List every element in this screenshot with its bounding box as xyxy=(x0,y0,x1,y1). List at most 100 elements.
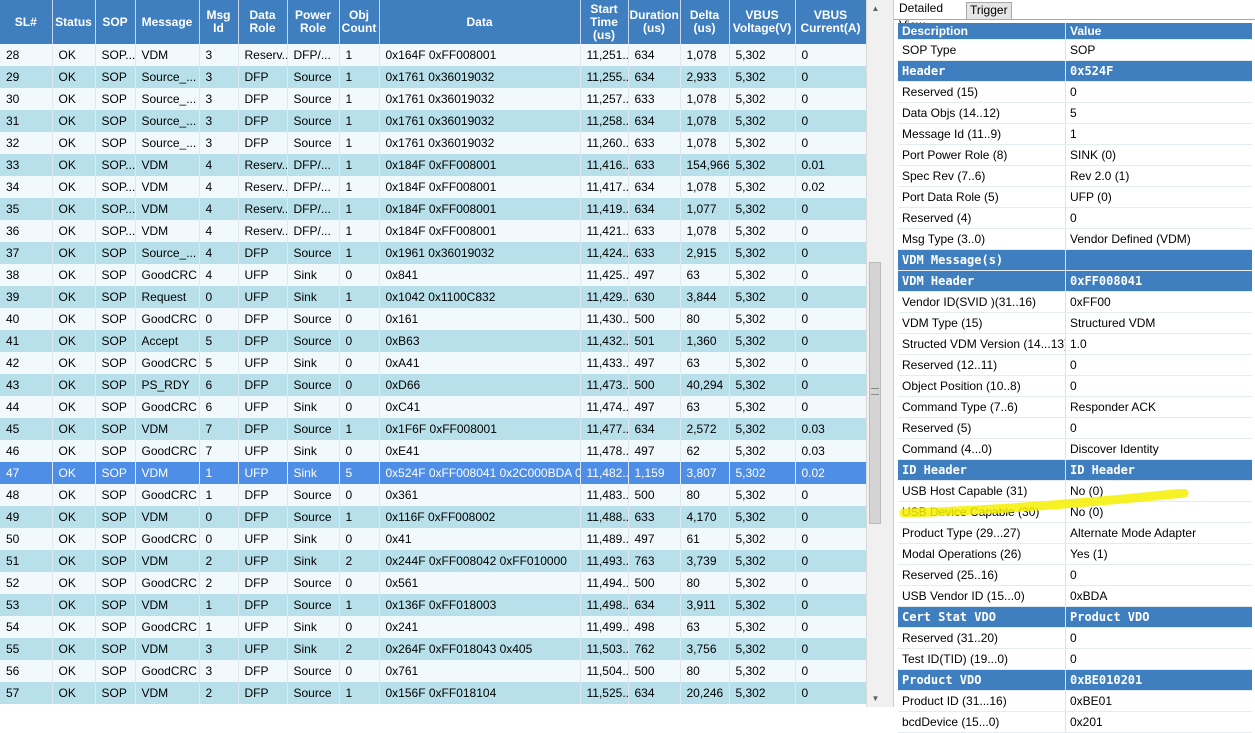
details-pane: Detailed View Trigger Description Value … xyxy=(894,0,1255,733)
table-row[interactable]: 46 OK SOP GoodCRC 7 UFP Sink 0 0xE41 11,478... 497… xyxy=(0,440,867,462)
detail-field-row[interactable]: Message Id (11..9) 1 xyxy=(898,123,1252,145)
table-row[interactable]: 51 OK SOP VDM 2 UFP Sink 2 0x244F 0xFF008042 0xF… xyxy=(0,550,867,572)
table-row[interactable]: 34 OK SOP... VDM 4 Reserv... DFP/... 1 0x184F 0x… xyxy=(0,176,867,198)
packet-table-scrollbar[interactable]: ▲ ▼ xyxy=(866,0,884,707)
table-row[interactable]: 49 OK SOP VDM 0 DFP Source 1 0x116F 0xFF008002 11… xyxy=(0,506,867,528)
detail-field-row[interactable]: SOP Type SOP xyxy=(898,39,1252,61)
detail-field-row[interactable]: Spec Rev (7..6) Rev 2.0 (1) xyxy=(898,165,1252,187)
table-row[interactable]: 31 OK SOP Source_... 3 DFP Source 1 0x1761 0x360… xyxy=(0,110,867,132)
detail-field-row[interactable]: Command Type (7..6) Responder ACK xyxy=(898,396,1252,418)
table-row[interactable]: 32 OK SOP Source_... 3 DFP Source 1 0x1761 0x360… xyxy=(0,132,867,154)
detail-field-row[interactable]: USB Host Capable (31) No (0) xyxy=(898,480,1252,502)
table-row[interactable]: 50 OK SOP GoodCRC 0 UFP Sink 0 0x41 11,489... 497 6… xyxy=(0,528,867,550)
cell-delta: 154,966 xyxy=(680,154,730,176)
column-header-data[interactable]: Data xyxy=(379,0,581,44)
detail-field-row[interactable]: USB Device Capable (30) No (0) xyxy=(898,501,1252,523)
detail-field-row[interactable]: Vendor ID(SVID )(31..16) 0xFF00 xyxy=(898,291,1252,313)
detail-section-row[interactable]: Cert Stat VDO Product VDO xyxy=(898,606,1252,628)
table-row[interactable]: 38 OK SOP GoodCRC 4 UFP Sink 0 0x841 11,425... 497… xyxy=(0,264,867,286)
column-header-delta[interactable]: Delta (us) xyxy=(680,0,730,44)
scroll-up-arrow-icon[interactable]: ▲ xyxy=(867,0,884,17)
detail-section-row[interactable]: ID Header ID Header xyxy=(898,459,1252,481)
table-row[interactable]: 53 OK SOP VDM 1 DFP Source 1 0x136F 0xFF018003 11… xyxy=(0,594,867,616)
column-header-data-role[interactable]: Data Role xyxy=(238,0,288,44)
column-header-duration[interactable]: Duration (us) xyxy=(628,0,681,44)
table-row[interactable]: 36 OK SOP... VDM 4 Reserv... DFP/... 1 0x184F 0x… xyxy=(0,220,867,242)
cell-vbus-current: 0 xyxy=(795,44,867,66)
table-row[interactable]: 35 OK SOP... VDM 4 Reserv... DFP/... 1 0x184F 0x… xyxy=(0,198,867,220)
table-row[interactable]: 44 OK SOP GoodCRC 6 UFP Sink 0 0xC41 11,474... 497… xyxy=(0,396,867,418)
detail-field-row[interactable]: Reserved (15) 0 xyxy=(898,81,1252,103)
detail-field-row[interactable]: Reserved (5) 0 xyxy=(898,417,1252,439)
detail-field-row[interactable]: VDM Type (15) Structured VDM xyxy=(898,312,1252,334)
table-row[interactable]: 56 OK SOP GoodCRC 3 DFP Source 0 0x761 11,504... 5… xyxy=(0,660,867,682)
cell-status: OK xyxy=(52,264,96,286)
detail-field-row[interactable]: USB Vendor ID (15...0) 0xBDA xyxy=(898,585,1252,607)
detail-field-row[interactable]: Reserved (31..20) 0 xyxy=(898,627,1252,649)
column-header-message[interactable]: Message xyxy=(135,0,200,44)
detail-field-row[interactable]: Product Type (29...27) Alternate Mode Ada… xyxy=(898,522,1252,544)
table-row[interactable]: 43 OK SOP PS_RDY 6 DFP Source 0 0xD66 11,473... 50… xyxy=(0,374,867,396)
column-header-start-time[interactable]: Start Time (us) xyxy=(580,0,629,44)
detail-field-row[interactable]: Port Data Role (5) UFP (0) xyxy=(898,186,1252,208)
column-header-description[interactable]: Description xyxy=(898,23,1066,40)
pane-splitter[interactable] xyxy=(884,0,894,707)
cell-msg-id: 3 xyxy=(199,88,239,110)
table-row[interactable]: 47 OK SOP VDM 1 UFP Sink 5 0x524F 0xFF008041 0x2… xyxy=(0,462,867,484)
detail-table: Description Value SOP Type SOP Header 0x524… xyxy=(898,23,1252,733)
table-row[interactable]: 48 OK SOP GoodCRC 1 DFP Source 0 0x361 11,483... 5… xyxy=(0,484,867,506)
table-row[interactable]: 33 OK SOP... VDM 4 Reserv... DFP/... 1 0x184F 0x… xyxy=(0,154,867,176)
table-row[interactable]: 45 OK SOP VDM 7 DFP Source 1 0x1F6F 0xFF008001 11… xyxy=(0,418,867,440)
column-header-msg-id[interactable]: Msg Id xyxy=(199,0,239,44)
detail-field-row[interactable]: Command (4...0) Discover Identity xyxy=(898,438,1252,460)
cell-message: GoodCRC xyxy=(135,616,200,638)
detail-field-row[interactable]: Data Objs (14..12) 5 xyxy=(898,102,1252,124)
detail-field-row[interactable]: bcdDevice (15...0) 0x201 xyxy=(898,711,1252,733)
detail-field-row[interactable]: Product ID (31...16) 0xBE01 xyxy=(898,690,1252,712)
column-header-status[interactable]: Status xyxy=(52,0,96,44)
detail-field-row[interactable]: Structed VDM Version (14...13) 1.0 xyxy=(898,333,1252,355)
detail-field-row[interactable]: Reserved (25..16) 0 xyxy=(898,564,1252,586)
detail-section-row[interactable]: VDM Header 0xFF008041 xyxy=(898,270,1252,292)
detail-field-row[interactable]: Reserved (12..11) 0 xyxy=(898,354,1252,376)
detail-section-row[interactable]: VDM Message(s) xyxy=(898,249,1252,271)
table-row[interactable]: 40 OK SOP GoodCRC 0 DFP Source 0 0x161 11,430... 5… xyxy=(0,308,867,330)
column-header-vbus-voltage[interactable]: VBUS Voltage(V) xyxy=(729,0,796,44)
detail-description: Port Power Role (8) xyxy=(898,144,1066,166)
column-header-obj-count[interactable]: Obj Count xyxy=(339,0,380,44)
table-row[interactable]: 29 OK SOP Source_... 3 DFP Source 1 0x1761 0x360… xyxy=(0,66,867,88)
detail-field-row[interactable]: Msg Type (3..0) Vendor Defined (VDM) xyxy=(898,228,1252,250)
cell-message: GoodCRC xyxy=(135,396,200,418)
table-row[interactable]: 42 OK SOP GoodCRC 5 UFP Sink 0 0xA41 11,433... 497… xyxy=(0,352,867,374)
detail-section-row[interactable]: Product VDO 0xBE010201 xyxy=(898,669,1252,691)
cell-power-role: Sink xyxy=(287,462,340,484)
tab-detailed-view[interactable]: Detailed View xyxy=(896,0,964,32)
column-header-vbus-current[interactable]: VBUS Current(A) xyxy=(795,0,867,44)
table-row[interactable]: 57 OK SOP VDM 2 DFP Source 1 0x156F 0xFF018104 11… xyxy=(0,682,867,704)
detail-field-row[interactable]: Modal Operations (26) Yes (1) xyxy=(898,543,1252,565)
detail-section-row[interactable]: Header 0x524F xyxy=(898,60,1252,82)
detail-value: 5 xyxy=(1065,102,1252,124)
table-row[interactable]: 30 OK SOP Source_... 3 DFP Source 1 0x1761 0x360… xyxy=(0,88,867,110)
detail-field-row[interactable]: Test ID(TID) (19...0) 0 xyxy=(898,648,1252,670)
detail-field-row[interactable]: Port Power Role (8) SINK (0) xyxy=(898,144,1252,166)
column-header-sop[interactable]: SOP xyxy=(95,0,136,44)
cell-obj-count: 0 xyxy=(339,352,380,374)
table-row[interactable]: 55 OK SOP VDM 3 UFP Sink 2 0x264F 0xFF018043 0x4… xyxy=(0,638,867,660)
table-row[interactable]: 41 OK SOP Accept 5 DFP Source 0 0xB63 11,432... 50… xyxy=(0,330,867,352)
cell-power-role: Sink xyxy=(287,638,340,660)
scroll-down-arrow-icon[interactable]: ▼ xyxy=(867,690,884,707)
table-row[interactable]: 54 OK SOP GoodCRC 1 UFP Sink 0 0x241 11,499... 498… xyxy=(0,616,867,638)
table-row[interactable]: 28 OK SOP... VDM 3 Reserv... DFP/... 1 0x164F 0x… xyxy=(0,44,867,66)
column-header-power-role[interactable]: Power Role xyxy=(287,0,340,44)
cell-delta: 1,078 xyxy=(680,220,730,242)
table-row[interactable]: 39 OK SOP Request 0 UFP Sink 1 0x1042 0x1100C832… xyxy=(0,286,867,308)
column-header-sl[interactable]: SL# xyxy=(0,0,53,44)
table-row[interactable]: 37 OK SOP Source_... 4 DFP Source 1 0x1961 0x360… xyxy=(0,242,867,264)
table-row[interactable]: 52 OK SOP GoodCRC 2 DFP Source 0 0x561 11,494... 5… xyxy=(0,572,867,594)
cell-start-time: 11,429... xyxy=(580,286,629,308)
detail-field-row[interactable]: Object Position (10..8) 0 xyxy=(898,375,1252,397)
tab-trigger[interactable]: Trigger xyxy=(966,2,1012,19)
column-header-value[interactable]: Value xyxy=(1065,23,1252,40)
detail-field-row[interactable]: Reserved (4) 0 xyxy=(898,207,1252,229)
